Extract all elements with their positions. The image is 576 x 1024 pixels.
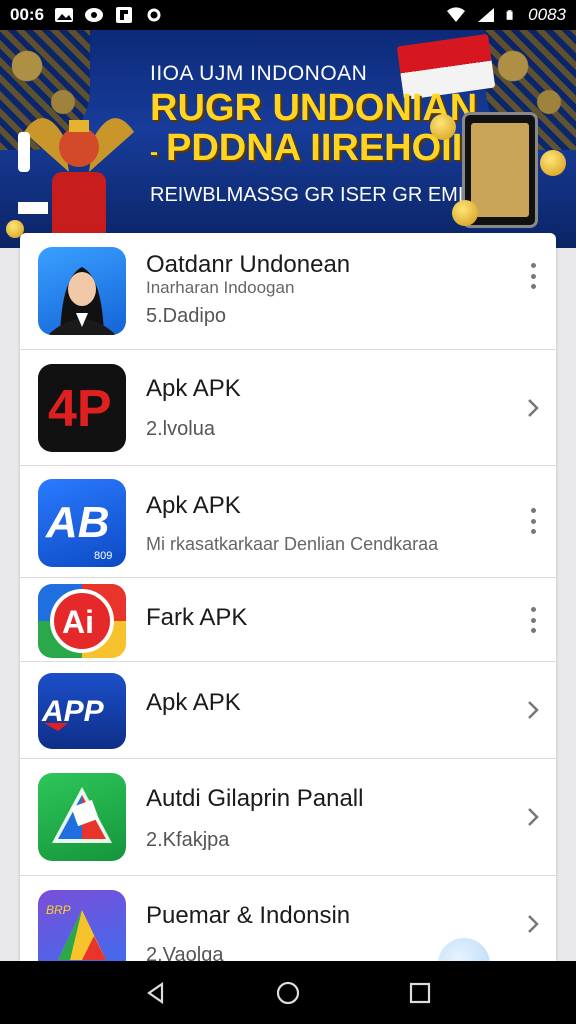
app-icon-4p: 4P	[38, 364, 126, 452]
recents-icon	[409, 982, 431, 1003]
app-icon-ab-text: AB	[45, 498, 110, 547]
app-title: Apk APK	[146, 375, 241, 402]
navigation-bar	[0, 961, 576, 1024]
app-icon-ai: Ai	[38, 584, 126, 658]
app-icon-4p-graphic: 4P	[48, 380, 112, 438]
app-list: Oatdanr Undonean Inarharan Indoogan 5.Da…	[20, 233, 556, 961]
banner-headline-small: IIOA UJM INDONOAN	[150, 62, 368, 85]
chevron-right-icon[interactable]	[524, 805, 542, 829]
app-meta: 2.Kfakjpa	[146, 829, 230, 851]
app-title: Apk APK	[146, 689, 241, 716]
green-app-graphic	[52, 787, 112, 843]
signal-icon	[478, 8, 495, 22]
app-subtitle: Inarharan Indoogan	[146, 278, 295, 297]
status-time: 00:6	[10, 5, 45, 24]
coin-icon	[430, 114, 456, 140]
app-icon-ai-text: Ai	[62, 604, 94, 640]
app-title: Fark APK	[146, 604, 248, 631]
drive-app-graphic: BRP	[46, 903, 106, 960]
recents-button[interactable]	[398, 971, 442, 1015]
more-vert-icon[interactable]	[524, 263, 542, 289]
app-subtitle: Mi rkasatkarkaar Denlian Cendkaraa	[146, 534, 439, 554]
coin-icon	[452, 200, 478, 226]
list-item[interactable]: 4P Apk APK 2.lvolua	[20, 350, 556, 466]
app-meta: 2.lvolua	[146, 418, 215, 440]
badge-circle-icon	[438, 938, 490, 961]
image-icon	[55, 8, 74, 22]
list-item[interactable]: APP Apk APK	[20, 662, 556, 759]
list-item[interactable]: Ai Fark APK	[20, 578, 556, 662]
coin-icon	[540, 150, 566, 176]
app-title: Puemar & Indonsin	[146, 902, 351, 929]
app-meta: 5.Dadipo	[146, 305, 227, 327]
app-icon-ab-small-text: 809	[94, 550, 112, 562]
home-icon	[276, 981, 300, 1004]
back-button[interactable]	[134, 971, 178, 1015]
list-item[interactable]: BRP Puemar & Indonsin 2.Vaolqa	[20, 876, 556, 961]
app-icon-ab: AB 809	[38, 479, 126, 567]
status-bar: 00:6 0083	[0, 0, 576, 30]
chevron-right-icon[interactable]	[524, 396, 542, 420]
app-icon-app-graphic: APP	[41, 695, 105, 731]
banner-headline-prefix: -	[150, 139, 158, 166]
app-title: Apk APK	[146, 492, 241, 519]
status-right-text: 0083	[528, 5, 566, 24]
banner-tagline: REIWBLMASSG GR ISER GR EMIMA	[150, 184, 494, 206]
app-icon-avatar	[38, 247, 126, 335]
back-icon	[147, 981, 164, 1004]
wifi-icon	[447, 7, 466, 23]
battery-icon	[506, 10, 513, 20]
status-right: 0083	[446, 5, 566, 25]
flipboard-icon	[116, 7, 133, 23]
app-icon-4p-text: 4P	[48, 380, 112, 438]
woman-avatar-icon	[48, 267, 116, 335]
app-icon-ab-graphic: AB 809	[45, 498, 112, 562]
status-left: 00:6	[10, 5, 164, 25]
list-item[interactable]: Autdi Gilaprin Panall 2.Kfakjpa	[20, 759, 556, 876]
app-title: Autdi Gilaprin Panall	[146, 785, 364, 812]
app-icon-drive-small-text: BRP	[46, 903, 71, 917]
app-icon-app: APP	[38, 673, 126, 749]
chevron-right-icon[interactable]	[524, 698, 542, 722]
more-vert-icon[interactable]	[524, 508, 542, 534]
app-title: Oatdanr Undonean	[146, 251, 351, 278]
app-icon-ai-graphic: Ai	[50, 589, 114, 653]
chevron-right-icon[interactable]	[524, 912, 542, 936]
list-item[interactable]: Oatdanr Undonean Inarharan Indoogan 5.Da…	[20, 233, 556, 350]
app-icon-drive: BRP	[38, 890, 126, 961]
settings-icon	[147, 8, 161, 22]
list-item[interactable]: AB 809 Apk APK Mi rkasatkarkaar Denlian …	[20, 466, 556, 578]
home-button[interactable]	[266, 971, 310, 1015]
more-vert-icon[interactable]	[524, 607, 542, 633]
app-meta: 2.Vaolqa	[146, 944, 224, 961]
app-icon-green	[38, 773, 126, 861]
chat-icon	[85, 8, 104, 22]
garuda-mascot-icon	[18, 118, 134, 248]
promo-banner[interactable]: IIOA UJM INDONOAN RUGR UNDONIAN - PDDNA I…	[0, 30, 576, 248]
